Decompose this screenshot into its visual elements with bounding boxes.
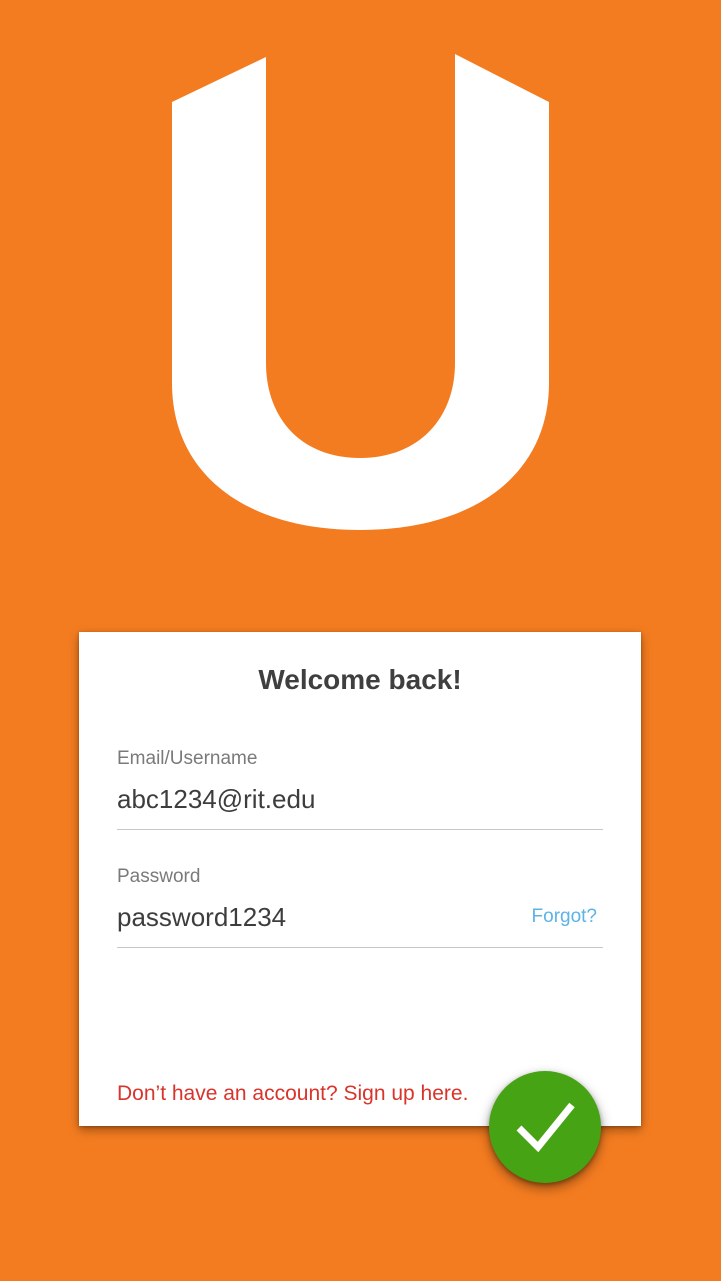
- password-input[interactable]: [117, 900, 517, 934]
- card-title: Welcome back!: [258, 664, 462, 695]
- password-field-group: Password Forgot?: [117, 866, 603, 949]
- password-label: Password: [117, 866, 201, 887]
- email-label: Email/Username: [117, 748, 258, 769]
- login-card: Welcome back! Email/Username Password Fo…: [79, 632, 641, 1126]
- u-logo-shape: [172, 54, 549, 530]
- email-underline: [117, 829, 603, 830]
- checkmark-icon: [516, 1102, 575, 1153]
- submit-login-button[interactable]: [489, 1071, 601, 1183]
- u-logo: [172, 54, 549, 530]
- forgot-password-link[interactable]: Forgot?: [532, 906, 597, 928]
- email-field-group: Email/Username: [117, 748, 603, 831]
- signup-link[interactable]: Don’t have an account? Sign up here.: [117, 1082, 468, 1106]
- login-screen: Welcome back! Email/Username Password Fo…: [0, 0, 721, 1281]
- email-input[interactable]: [117, 782, 517, 816]
- password-underline: [117, 947, 603, 948]
